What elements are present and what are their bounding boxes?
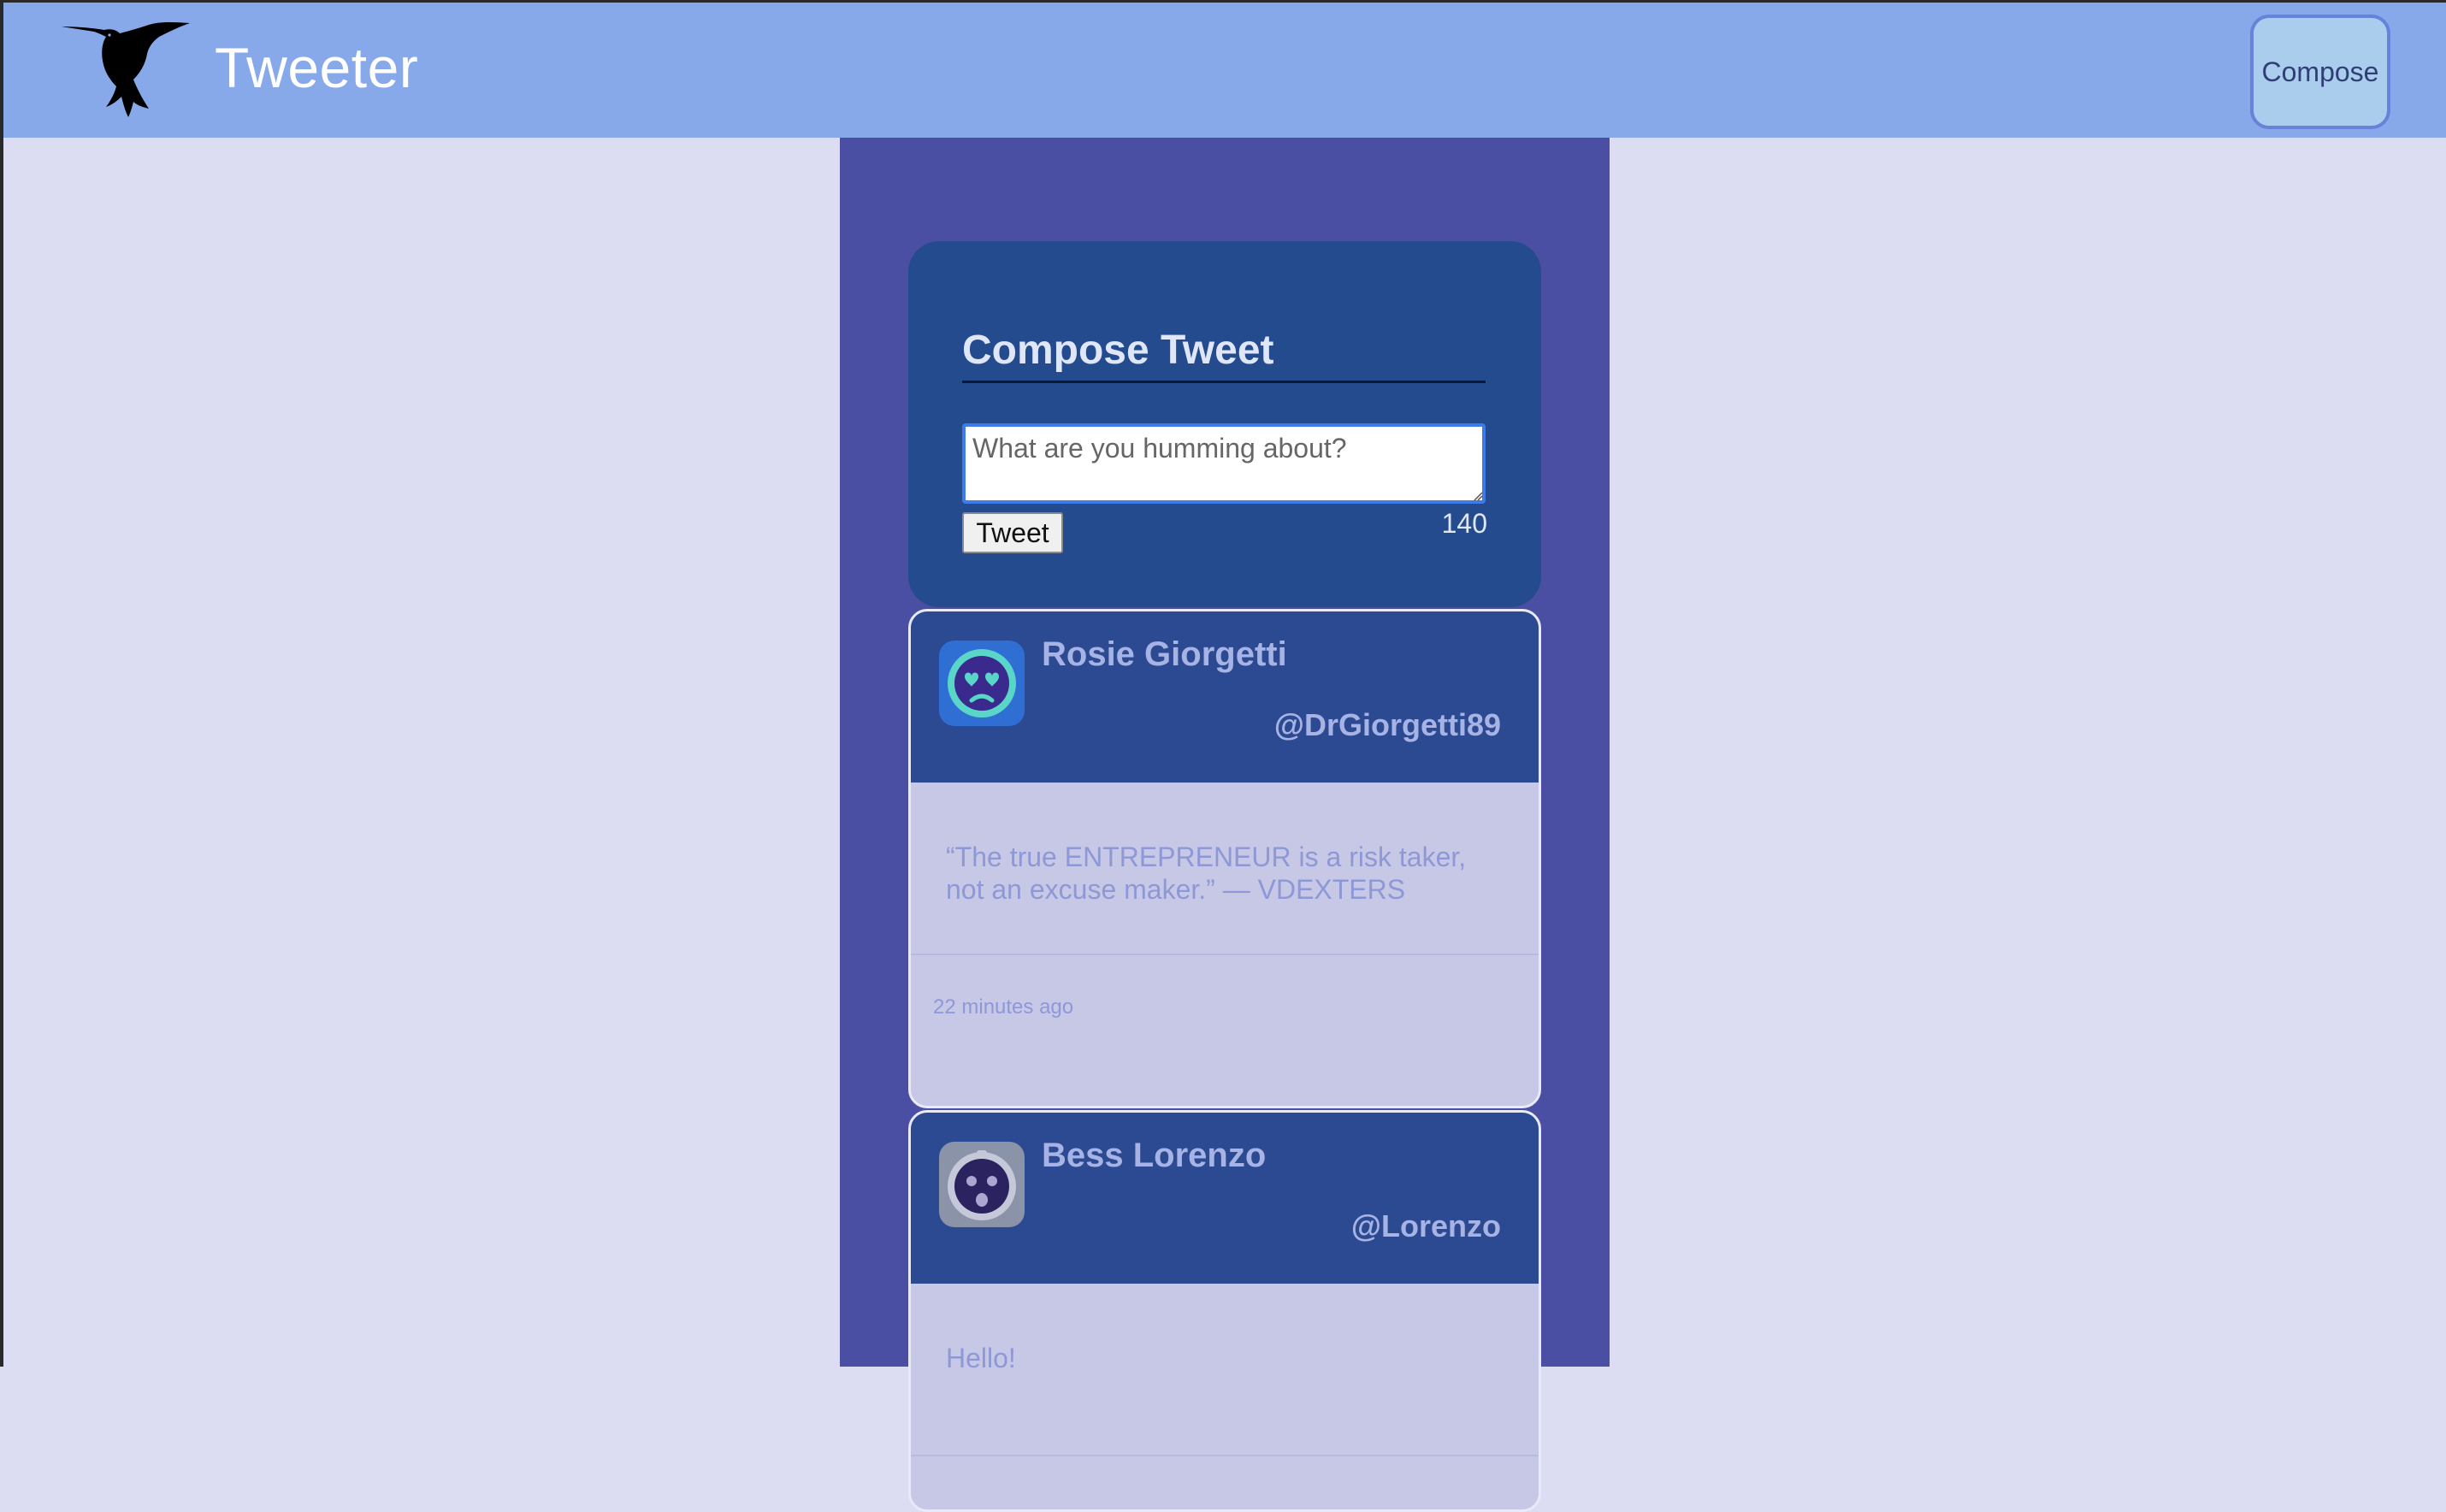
brand-title: Tweeter (215, 36, 419, 99)
compose-title: Compose Tweet (962, 327, 1486, 383)
window-left-edge (0, 0, 3, 1367)
tweet-text: Hello! (946, 1343, 1016, 1373)
tweet-author-name[interactable]: Rosie Giorgetti (1042, 635, 1287, 674)
tweet-author-name[interactable]: Bess Lorenzo (1042, 1137, 1266, 1175)
tweet-author-handle[interactable]: @DrGiorgetti89 (1274, 707, 1501, 743)
tweet-header: Rosie Giorgetti @DrGiorgetti89 (911, 611, 1539, 783)
compose-tweet-card: Compose Tweet Tweet 140 (908, 241, 1541, 607)
tweet-body: “The true ENTREPRENEUR is a risk taker, … (911, 783, 1539, 955)
hummingbird-logo-icon (62, 21, 190, 118)
avatar[interactable] (939, 641, 1025, 726)
character-counter: 140 (1441, 508, 1487, 539)
tweet-textarea[interactable] (962, 423, 1486, 504)
top-navbar: Tweeter Compose (3, 3, 2446, 138)
tweet-submit-button[interactable]: Tweet (962, 512, 1063, 553)
resize-handle-icon[interactable] (1473, 491, 1483, 501)
heart-eyes-face-icon (948, 649, 1016, 718)
tweet-card: Rosie Giorgetti @DrGiorgetti89 “The true… (908, 609, 1541, 1108)
surprised-face-icon (948, 1150, 1016, 1220)
tweet-text: “The true ENTREPRENEUR is a risk taker, … (946, 842, 1467, 905)
tweet-card: Bess Lorenzo @Lorenzo Hello! (908, 1110, 1541, 1512)
tweet-author-handle[interactable]: @Lorenzo (1351, 1208, 1501, 1244)
tweet-footer: 22 minutes ago (911, 955, 1539, 1106)
avatar[interactable] (939, 1142, 1025, 1227)
tweet-header: Bess Lorenzo @Lorenzo (911, 1113, 1539, 1284)
tweet-body: Hello! (911, 1284, 1539, 1456)
tweet-timestamp: 22 minutes ago (933, 995, 1074, 1019)
compose-nav-button[interactable]: Compose (2250, 15, 2390, 129)
main-column: Compose Tweet Tweet 140 Rosie Giorgetti … (840, 138, 1610, 1512)
